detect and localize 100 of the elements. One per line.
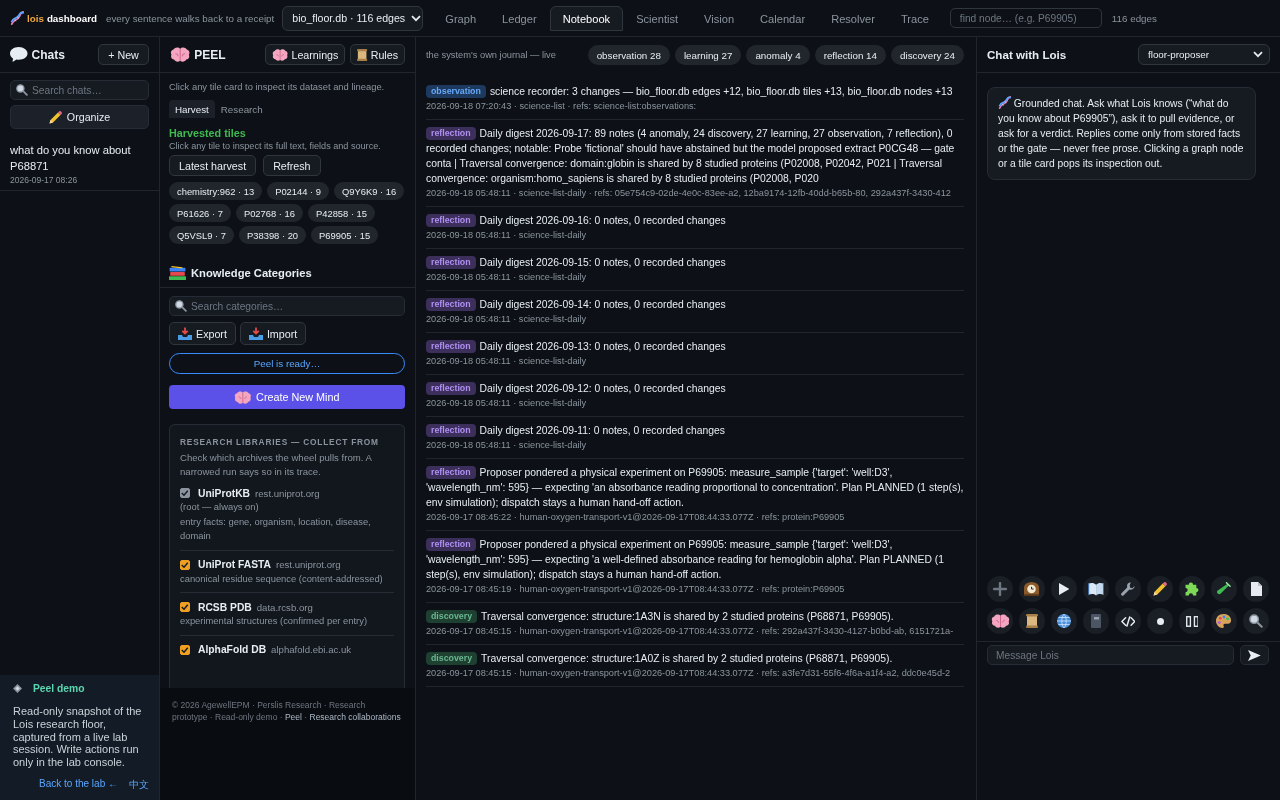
pencil-icon bbox=[48, 110, 62, 124]
chevron-down-icon bbox=[411, 14, 422, 22]
test-tube-button[interactable] bbox=[1211, 576, 1237, 602]
rules-button[interactable]: Rules bbox=[350, 44, 405, 65]
library-name: RCSB PDB bbox=[198, 601, 252, 613]
hint-text: Click any tile card to inspect its dataset and lineage. bbox=[169, 81, 386, 93]
new-chat-button[interactable]: + New bbox=[98, 44, 149, 65]
count-chip[interactable]: discovery 24 bbox=[891, 45, 964, 65]
create-mind-button[interactable]: Create New Mind bbox=[169, 385, 405, 409]
nav-tab[interactable]: Resolver bbox=[818, 6, 888, 31]
record-button[interactable] bbox=[1147, 608, 1173, 634]
checkbox[interactable] bbox=[180, 559, 190, 570]
pencil-button[interactable] bbox=[1147, 576, 1173, 602]
database-select[interactable]: bio_floor.db · 116 edges bbox=[282, 5, 424, 31]
tag-badge: reflection bbox=[426, 424, 476, 437]
nav-tab[interactable]: Trace bbox=[887, 6, 942, 31]
wrench-button[interactable] bbox=[1115, 576, 1141, 602]
search-field[interactable]: find node… (e.g. P69905) bbox=[949, 8, 1102, 28]
globe-button[interactable] bbox=[1051, 608, 1077, 634]
organize-button[interactable]: Organize bbox=[10, 105, 149, 129]
count-chip[interactable]: reflection 14 bbox=[814, 45, 886, 65]
search-field[interactable]: Search chats… bbox=[10, 80, 149, 100]
checkmark-icon bbox=[181, 604, 189, 610]
panel-tab[interactable]: Research bbox=[214, 100, 269, 118]
section-title: Harvested tiles bbox=[169, 126, 247, 140]
tile-chip[interactable]: P42858 · 15 bbox=[307, 204, 376, 222]
library-note: (root — always on) bbox=[180, 500, 260, 514]
tag-badge: reflection bbox=[426, 340, 476, 353]
code-icon bbox=[1120, 615, 1136, 627]
checkbox[interactable] bbox=[180, 602, 190, 612]
nav-tab[interactable]: Vision bbox=[691, 6, 748, 31]
nav-tab[interactable]: Notebook bbox=[549, 6, 624, 31]
tag-badge: reflection bbox=[426, 298, 476, 311]
globe-icon bbox=[1057, 614, 1071, 628]
footer-link[interactable]: Research collaborations bbox=[309, 711, 401, 722]
notebook-button[interactable] bbox=[1083, 608, 1109, 634]
notice-link[interactable]: Back to the lab ← bbox=[39, 778, 118, 792]
search-button[interactable] bbox=[1243, 608, 1269, 634]
palette-button[interactable] bbox=[1211, 608, 1237, 634]
library-description: experimental structures (confirmed per entry) bbox=[180, 614, 369, 628]
checkbox[interactable] bbox=[180, 644, 190, 655]
tile-chip[interactable]: P02768 · 16 bbox=[235, 204, 303, 222]
message-field[interactable]: Message Lois bbox=[987, 645, 1234, 665]
scroll-button[interactable] bbox=[1019, 608, 1045, 634]
send-button[interactable] bbox=[1240, 645, 1269, 665]
document-icon bbox=[1250, 582, 1262, 596]
panel-title: Chat with Lois bbox=[987, 48, 1067, 61]
tile-chip[interactable]: P61626 · 7 bbox=[169, 204, 231, 222]
latest-harvest-button[interactable]: Latest harvest bbox=[169, 155, 257, 176]
tag-badge: reflection bbox=[426, 256, 476, 269]
diamond-icon bbox=[13, 683, 22, 693]
columns-button[interactable] bbox=[1179, 608, 1205, 634]
export-button[interactable]: Export bbox=[169, 322, 236, 345]
count-chip[interactable]: observation 28 bbox=[587, 45, 670, 65]
refresh-button[interactable]: Refresh bbox=[263, 155, 321, 176]
add-button[interactable] bbox=[987, 576, 1013, 602]
nav-tab[interactable]: Graph bbox=[432, 6, 490, 31]
chat-item[interactable]: what do you know about P68871 2026-09-17 08:26 bbox=[0, 129, 159, 191]
tray-icon bbox=[178, 327, 192, 340]
footer-link[interactable]: Peel bbox=[284, 711, 302, 722]
notice-link[interactable]: 中文 bbox=[129, 778, 149, 792]
notice-title: Peel demo bbox=[33, 682, 85, 694]
entry-text: reflection Proposer pondered a physical experiment on P69905: measure_sample {'target': 'well:D3', 'wavelength_nm': 595} — expecting 'an absorbance reading proportional to concentration'. Plan PLANNED (1 step(s), env simulation); dispatch stays a human hand-off action. bbox=[426, 465, 964, 510]
book-button[interactable] bbox=[1083, 576, 1109, 602]
footer-text: © 2026 AgewellEPM · Perslis Research · Research prototype · Read-only demo · Peel · Research collaborations bbox=[172, 700, 402, 723]
dna-icon bbox=[998, 96, 1011, 109]
play-button[interactable] bbox=[1051, 576, 1077, 602]
count-chip[interactable]: anomaly 4 bbox=[746, 45, 810, 65]
search-field[interactable]: Search categories… bbox=[169, 296, 405, 316]
nav-tab[interactable]: Scientist bbox=[623, 6, 692, 31]
model-select[interactable]: floor-proposer bbox=[1138, 44, 1270, 65]
document-button[interactable] bbox=[1243, 576, 1269, 602]
import-button[interactable]: Import bbox=[239, 322, 307, 345]
tile-chip[interactable]: chemistry:962 · 13 bbox=[169, 182, 263, 200]
tile-chip[interactable]: P69905 · 15 bbox=[311, 226, 379, 244]
entry-meta: 2026-09-18 05:48:11 · science-list-daily bbox=[426, 313, 587, 326]
tile-chip[interactable]: P38398 · 20 bbox=[239, 226, 307, 244]
books-icon bbox=[169, 266, 187, 280]
brand-name: lois bbox=[27, 12, 44, 24]
count-chip[interactable]: learning 27 bbox=[674, 45, 742, 65]
puzzle-button[interactable] bbox=[1179, 576, 1205, 602]
section-title: Knowledge Categories bbox=[191, 267, 312, 279]
open-book-icon bbox=[1087, 582, 1105, 596]
nav-tab[interactable]: Ledger bbox=[489, 6, 550, 31]
tile-chip[interactable]: Q9Y6K9 · 16 bbox=[334, 182, 405, 200]
entry-meta: 2026-09-18 07:20:43 · science-list · refs: science-list:observations: bbox=[426, 100, 697, 113]
tile-chip[interactable]: P02144 · 9 bbox=[267, 182, 329, 200]
code-button[interactable] bbox=[1115, 608, 1141, 634]
entry-meta: 2026-09-18 05:48:11 · science-list-daily · refs: 05e754c9-02de-4e0c-83ee-a2, 12ba9174-12fb-40dd-b65b-80, 292a437f-3430-412 bbox=[426, 187, 951, 200]
library-name: UniProt FASTA bbox=[198, 559, 272, 570]
entry-meta: 2026-09-18 05:48:11 · science-list-daily bbox=[426, 397, 587, 410]
card-heading: RESEARCH LIBRARIES — COLLECT FROM bbox=[180, 436, 380, 448]
brain-button[interactable] bbox=[987, 608, 1013, 634]
clock-button[interactable] bbox=[1019, 576, 1045, 602]
tile-chip[interactable]: Q5VSL9 · 7 bbox=[169, 226, 234, 244]
panel-tab[interactable]: Harvest bbox=[169, 100, 215, 118]
entry-meta: 2026-09-18 05:48:11 · science-list-daily bbox=[426, 229, 587, 242]
journal-subtitle: the system's own journal — live bbox=[426, 50, 556, 60]
nav-tab[interactable]: Calendar bbox=[747, 6, 819, 31]
learnings-button[interactable]: Learnings bbox=[265, 44, 346, 65]
